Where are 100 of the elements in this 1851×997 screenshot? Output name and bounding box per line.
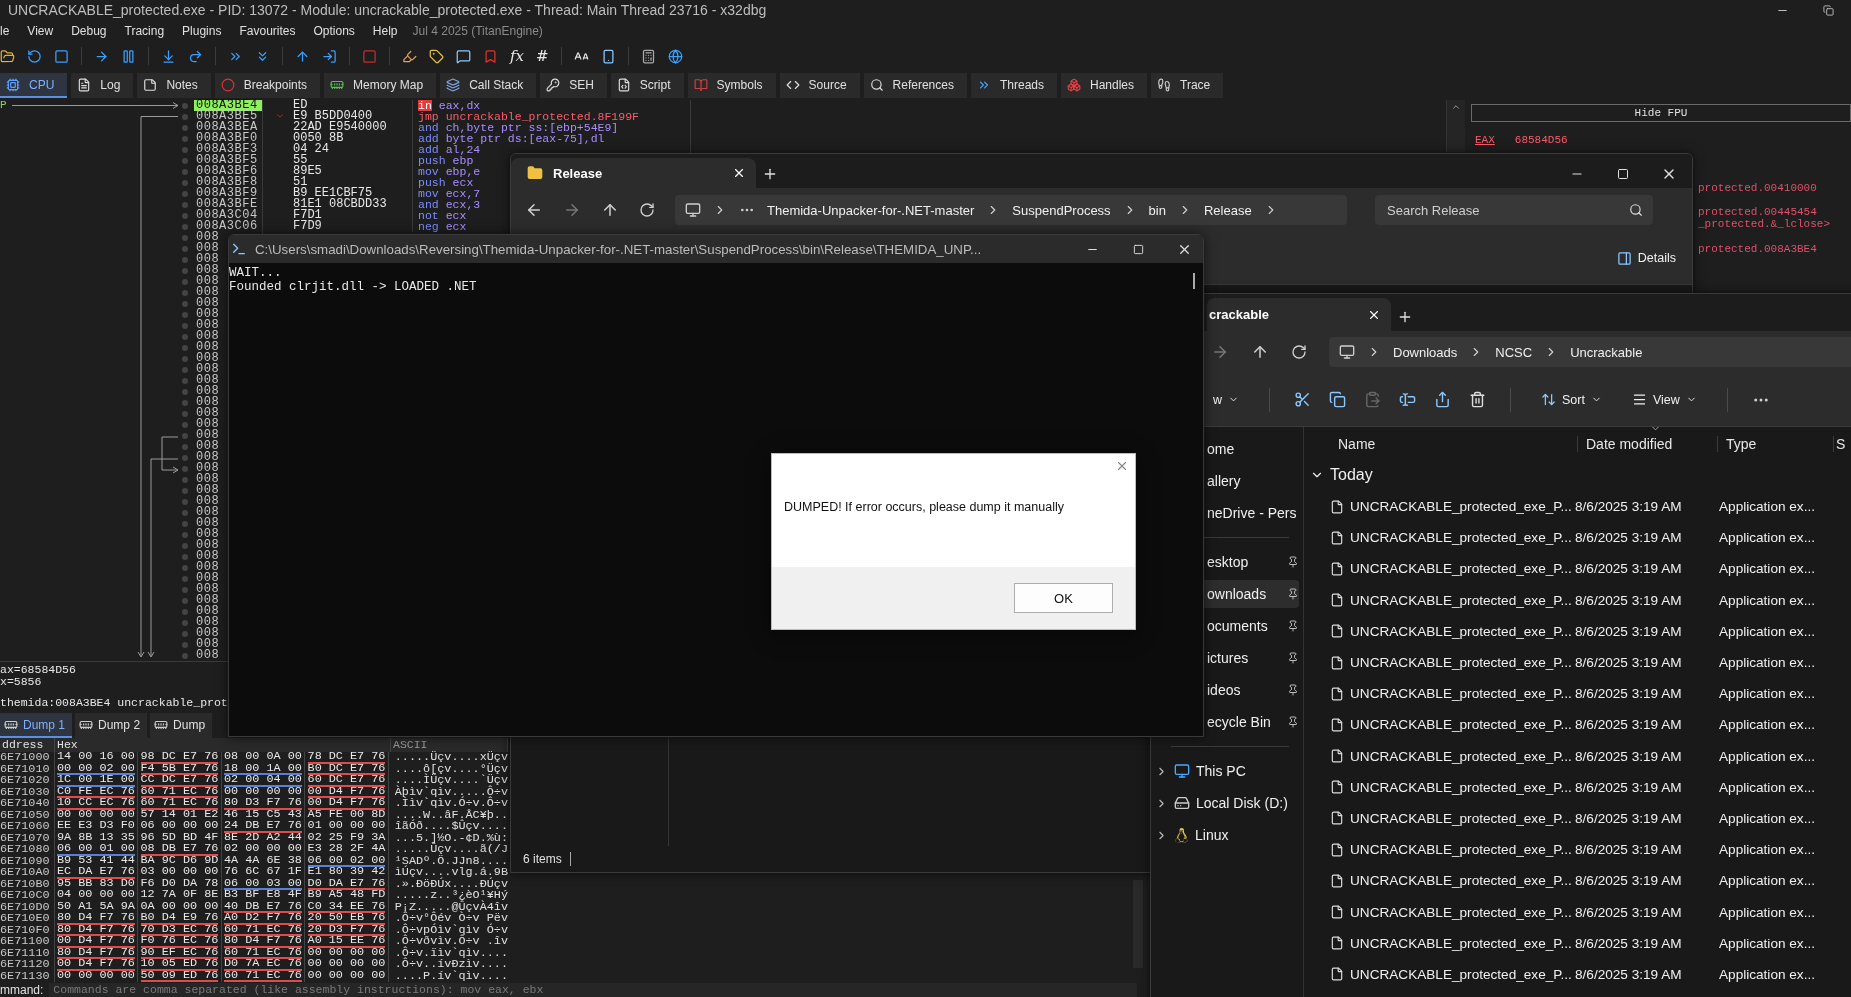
- breakpoint-dot[interactable]: [182, 509, 188, 516]
- breakpoint-dot[interactable]: [182, 256, 188, 263]
- debugger-tab[interactable]: Handles: [1061, 73, 1147, 98]
- file-row[interactable]: UNCRACKABLE_protected_exe_P... 8/6/2025 3:19 AM Application ex...: [1330, 491, 1851, 523]
- script-box-icon[interactable]: [362, 48, 377, 64]
- rename-icon[interactable]: [1399, 391, 1417, 408]
- explorer-tab[interactable]: Release: [511, 158, 756, 188]
- file-row[interactable]: UNCRACKABLE_protected_exe_P... 8/6/2025 3:19 AM Application ex...: [1330, 896, 1851, 928]
- nav-item[interactable]: ome: [1201, 435, 1299, 463]
- file-row[interactable]: UNCRACKABLE_protected_exe_P... 8/6/2025 3:19 AM Application ex...: [1330, 615, 1851, 647]
- debugger-tab[interactable]: Script: [610, 73, 684, 98]
- file-row[interactable]: UNCRACKABLE_protected_exe_P... 8/6/2025 3:19 AM Application ex...: [1330, 834, 1851, 866]
- debugger-tab[interactable]: Symbols: [687, 73, 776, 98]
- breadcrumb[interactable]: Themida-Unpacker-for-.NET-master: [767, 202, 975, 218]
- menu-item[interactable]: le: [0, 24, 19, 38]
- menu-item[interactable]: View: [18, 24, 63, 38]
- breadcrumb[interactable]: Release: [1203, 202, 1252, 218]
- breakpoint-dot[interactable]: [182, 652, 188, 659]
- comment-icon[interactable]: [456, 48, 471, 64]
- breakpoint-dot[interactable]: [182, 179, 188, 186]
- breakpoint-dot[interactable]: [182, 476, 188, 483]
- new-tab-icon[interactable]: [762, 166, 778, 182]
- debugger-tab[interactable]: Log: [71, 73, 134, 98]
- breakpoint-dot[interactable]: [182, 377, 188, 384]
- breakpoint-dot[interactable]: [182, 135, 188, 142]
- breakpoint-dot[interactable]: [182, 124, 188, 131]
- debugger-tab[interactable]: References: [863, 73, 967, 98]
- breakpoint-dot[interactable]: [182, 102, 188, 109]
- menu-item[interactable]: Tracing: [115, 24, 174, 38]
- hide-fpu-button[interactable]: Hide FPU: [1471, 104, 1851, 122]
- breakpoint-dot[interactable]: [182, 355, 188, 362]
- breakpoint-dot[interactable]: [182, 619, 188, 626]
- menu-item[interactable]: Plugins: [173, 24, 231, 38]
- toolbar-glyph[interactable]: #: [536, 47, 549, 65]
- file-row[interactable]: UNCRACKABLE_protected_exe_P... 8/6/2025 3:19 AM Application ex...: [1330, 522, 1851, 554]
- breakpoint-dot[interactable]: [182, 333, 188, 340]
- menu-item[interactable]: Debug: [62, 24, 116, 38]
- breakpoint-dot[interactable]: [182, 608, 188, 615]
- menu-item[interactable]: Options: [304, 24, 364, 38]
- breakpoint-dot[interactable]: [182, 168, 188, 175]
- new-button[interactable]: w: [1207, 388, 1246, 411]
- restart-icon[interactable]: [27, 48, 42, 64]
- breakpoint-dot[interactable]: [182, 344, 188, 351]
- breadcrumb[interactable]: bin: [1148, 202, 1166, 218]
- file-row[interactable]: UNCRACKABLE_protected_exe_P... 8/6/2025 3:19 AM Application ex...: [1330, 802, 1851, 835]
- file-row[interactable]: UNCRACKABLE_protected_exe_P... 8/6/2025 3:19 AM Application ex...: [1330, 646, 1851, 679]
- debugger-tab[interactable]: Memory Map: [324, 73, 437, 98]
- file-row[interactable]: UNCRACKABLE_protected_exe_P... 8/6/2025 3:19 AM Application ex...: [1330, 553, 1851, 585]
- stop-icon[interactable]: [54, 48, 69, 64]
- arrow-person-icon[interactable]: [322, 48, 337, 64]
- breadcrumb[interactable]: Uncrackable: [1570, 344, 1643, 360]
- forward-icon[interactable]: [1211, 343, 1229, 361]
- explorer-tab[interactable]: crackable: [1207, 298, 1391, 331]
- refresh-icon[interactable]: [1291, 344, 1307, 360]
- new-tab-icon[interactable]: [1397, 309, 1413, 325]
- nav-item[interactable]: ideos: [1201, 676, 1299, 704]
- breakpoint-dot[interactable]: [182, 498, 188, 505]
- file-row[interactable]: UNCRACKABLE_protected_exe_P... 8/6/2025 3:19 AM Application ex...: [1330, 865, 1851, 897]
- breakpoint-dot[interactable]: [182, 520, 188, 527]
- back-icon[interactable]: [525, 201, 543, 219]
- breakpoint-dot[interactable]: [182, 553, 188, 560]
- breakpoint-dot[interactable]: [182, 586, 188, 593]
- share-icon[interactable]: [1434, 391, 1452, 408]
- toolbar-glyph[interactable]: fx: [510, 47, 524, 65]
- file-row[interactable]: UNCRACKABLE_protected_exe_P... 8/6/2025 3:19 AM Application ex...: [1330, 678, 1851, 710]
- breakpoint-dot[interactable]: [182, 465, 188, 472]
- menu-item[interactable]: Help: [363, 24, 407, 38]
- restore-icon[interactable]: [1822, 4, 1834, 16]
- breakpoint-dot[interactable]: [182, 597, 188, 604]
- column-header[interactable]: Type: [1718, 436, 1834, 452]
- label-icon[interactable]: [429, 48, 444, 64]
- highlighter-icon[interactable]: [402, 48, 417, 64]
- pause-icon[interactable]: [121, 48, 136, 64]
- file-row[interactable]: UNCRACKABLE_protected_exe_P... 8/6/2025 3:19 AM Application ex...: [1330, 958, 1851, 990]
- nav-item[interactable]: ictures: [1201, 644, 1299, 672]
- breakpoint-dot[interactable]: [182, 190, 188, 197]
- breakpoint-dot[interactable]: [182, 454, 188, 461]
- breakpoint-dot[interactable]: [182, 278, 188, 285]
- breakpoint-dot[interactable]: [182, 630, 188, 637]
- bookmark-icon[interactable]: [483, 48, 498, 64]
- maximize-icon[interactable]: [1617, 168, 1629, 180]
- device-icon[interactable]: [600, 48, 616, 64]
- refresh-icon[interactable]: [639, 202, 655, 218]
- breakpoint-dot[interactable]: [182, 311, 188, 318]
- breakpoint-dot[interactable]: [182, 245, 188, 252]
- forward-icon[interactable]: [563, 201, 581, 219]
- maximize-icon[interactable]: [1132, 243, 1144, 255]
- nav-item[interactable]: ownloads: [1201, 580, 1299, 608]
- breakpoint-dot[interactable]: [182, 388, 188, 395]
- debugger-tab[interactable]: Trace: [1151, 73, 1224, 98]
- breakpoint-dot[interactable]: [182, 542, 188, 549]
- nav-item[interactable]: ocuments: [1201, 612, 1299, 640]
- debugger-tab[interactable]: Notes: [137, 73, 211, 98]
- breadcrumb[interactable]: SuspendProcess: [1012, 202, 1111, 218]
- search-field[interactable]: Search Release: [1375, 195, 1653, 225]
- view-button[interactable]: View: [1625, 388, 1703, 411]
- menu-item[interactable]: Favourites: [230, 24, 305, 38]
- breakpoint-dot[interactable]: [182, 410, 188, 417]
- scissors-icon[interactable]: [1294, 391, 1312, 408]
- column-header[interactable]: Name: [1330, 436, 1578, 452]
